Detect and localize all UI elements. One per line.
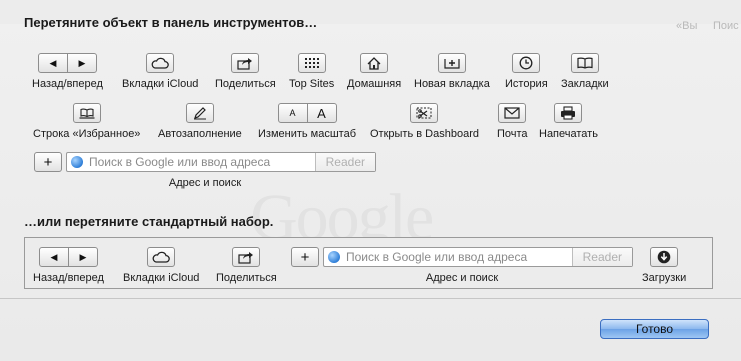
address-placeholder: Поиск в Google или ввод адреса [89, 155, 271, 169]
default-toolbar-set[interactable]: ◀ ▶ Назад/вперед Вкладки iCloud Поделить… [24, 237, 713, 289]
default-back-forward-label: Назад/вперед [33, 272, 104, 284]
address-field[interactable]: Поиск в Google или ввод адреса Reader [66, 152, 376, 172]
globe-icon [71, 156, 83, 168]
toolbar-item-autofill[interactable]: Автозаполнение [158, 103, 242, 140]
zoom-button[interactable]: A A [277, 103, 337, 123]
zoom-label: Изменить масштаб [258, 128, 357, 140]
toolbar-item-bookmarks[interactable]: Закладки [561, 53, 609, 90]
clock-icon [519, 56, 533, 70]
dashboard-label: Открыть в Dashboard [370, 128, 479, 140]
bookmarks-button[interactable] [570, 53, 599, 73]
favorites-bar-button[interactable] [72, 103, 101, 123]
icloud-tabs-label: Вкладки iCloud [122, 78, 199, 90]
toolbar-item-home[interactable]: Домашняя [347, 53, 401, 90]
default-downloads-label: Загрузки [642, 272, 687, 284]
top-sites-label: Top Sites [289, 78, 335, 90]
print-label: Напечатать [539, 128, 598, 140]
reader-button[interactable]: Reader [314, 153, 375, 171]
toolbar-item-new-tab[interactable]: Новая вкладка [414, 53, 490, 90]
share-label: Поделиться [215, 78, 276, 90]
toolbar-item-zoom[interactable]: A A Изменить масштаб [258, 103, 356, 140]
toolbar-item-share[interactable]: Поделиться [215, 53, 276, 90]
top-sites-button[interactable] [297, 53, 326, 73]
download-icon [657, 250, 671, 264]
toolbar-item-top-sites[interactable]: Top Sites [289, 53, 334, 90]
dashboard-button[interactable] [410, 103, 439, 123]
background-text: Поис [713, 20, 739, 32]
new-tab-icon [444, 59, 460, 69]
default-icloud-tabs-label: Вкладки iCloud [123, 272, 200, 284]
envelope-icon [504, 107, 520, 119]
back-forward-label: Назад/вперед [32, 78, 103, 90]
home-button[interactable] [360, 53, 389, 73]
autofill-button[interactable] [185, 103, 214, 123]
default-share-label: Поделиться [216, 272, 277, 284]
add-bookmark-button[interactable]: + [34, 152, 62, 172]
favorites-book-icon [79, 108, 95, 119]
back-arrow-icon: ◀ [50, 251, 58, 262]
default-reader-button: Reader [571, 248, 632, 266]
default-back-forward-button: ◀ ▶ [38, 247, 98, 267]
autofill-label: Автозаполнение [158, 128, 242, 140]
home-label: Домашняя [347, 78, 402, 90]
pencil-icon [193, 107, 206, 120]
back-arrow-icon: ◀ [49, 57, 57, 68]
toolbar-item-favorites-bar[interactable]: Строка «Избранное» [33, 103, 140, 140]
toolbar-item-dashboard[interactable]: Открыть в Dashboard [370, 103, 479, 140]
book-icon [577, 57, 593, 69]
zoom-in-icon: A [306, 104, 336, 122]
home-icon [367, 56, 381, 70]
default-address-field: Поиск в Google или ввод адреса Reader [323, 247, 633, 267]
history-label: История [505, 78, 548, 90]
printer-icon [561, 106, 576, 120]
default-address-search-label: Адрес и поиск [425, 272, 499, 284]
address-search-label: Адрес и поиск [168, 177, 242, 189]
share-icon [238, 251, 254, 264]
done-button[interactable]: Готово [600, 319, 709, 339]
toolbar-item-print[interactable]: Напечатать [539, 103, 598, 140]
web-clip-icon [416, 107, 432, 119]
zoom-out-icon: A [289, 108, 296, 118]
default-item-downloads: Загрузки [642, 247, 686, 284]
default-downloads-button [650, 247, 679, 267]
drag-items-heading: Перетяните объект в панель инструментов… [24, 15, 318, 30]
mail-label: Почта [497, 128, 528, 140]
default-item-address-search: + Поиск в Google или ввод адреса Reader … [291, 247, 633, 284]
default-address-placeholder: Поиск в Google или ввод адреса [346, 250, 528, 264]
toolbar-item-mail[interactable]: Почта [497, 103, 528, 140]
toolbar-item-icloud-tabs[interactable]: Вкладки iCloud [122, 53, 198, 90]
history-button[interactable] [512, 53, 541, 73]
icloud-tabs-button[interactable] [146, 53, 175, 73]
cloud-icon [152, 251, 170, 263]
default-icloud-tabs-button [147, 247, 176, 267]
forward-arrow-icon: ▶ [66, 54, 96, 72]
cloud-icon [151, 57, 169, 69]
share-icon [237, 57, 253, 70]
mail-button[interactable] [498, 103, 527, 123]
share-button[interactable] [231, 53, 260, 73]
favorites-bar-label: Строка «Избранное» [33, 128, 141, 140]
print-button[interactable] [554, 103, 583, 123]
default-item-back-forward: ◀ ▶ Назад/вперед [33, 247, 104, 284]
new-tab-button[interactable] [437, 53, 466, 73]
forward-arrow-icon: ▶ [67, 248, 97, 266]
toolbar-item-address-search[interactable]: + Поиск в Google или ввод адреса Reader … [34, 152, 376, 189]
background-text: «Вы [676, 20, 698, 32]
bookmarks-label: Закладки [561, 78, 609, 90]
toolbar-item-history[interactable]: История [505, 53, 548, 90]
default-item-share: Поделиться [216, 247, 277, 284]
default-share-button [232, 247, 261, 267]
toolbar-item-back-forward[interactable]: ◀ ▶ Назад/вперед [32, 53, 103, 90]
globe-icon [328, 251, 340, 263]
default-add-bookmark-button: + [291, 247, 319, 267]
drag-default-heading: …или перетяните стандартный набор. [24, 214, 274, 229]
back-forward-button[interactable]: ◀ ▶ [37, 53, 97, 73]
new-tab-label: Новая вкладка [414, 78, 490, 90]
top-sites-grid-icon [304, 58, 319, 68]
default-item-icloud-tabs: Вкладки iCloud [123, 247, 199, 284]
divider [0, 298, 741, 299]
